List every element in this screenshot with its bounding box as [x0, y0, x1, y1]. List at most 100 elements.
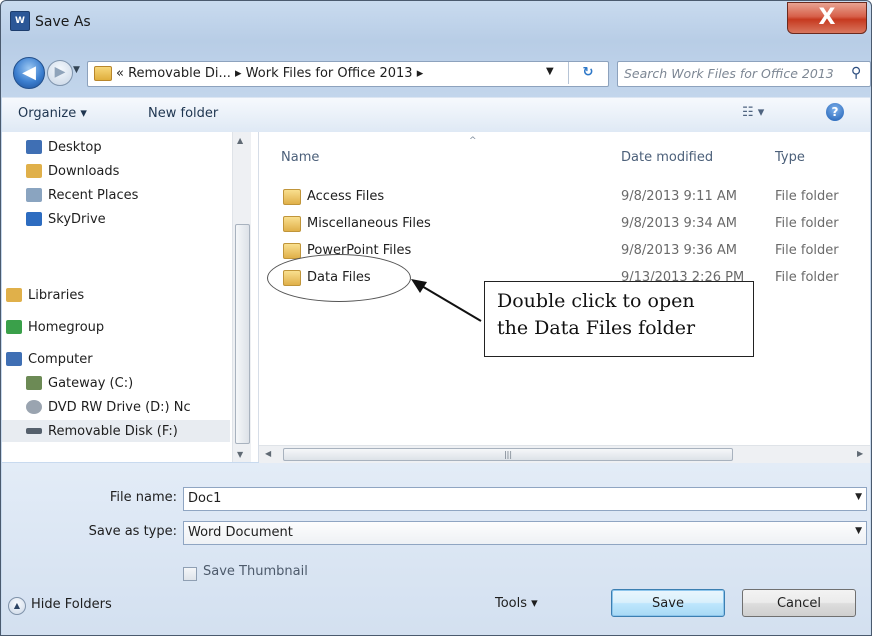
chevron-down-icon[interactable]: ▼ — [855, 526, 862, 536]
folder-icon — [283, 216, 301, 232]
file-row-miscellaneous-files[interactable]: Miscellaneous Files 9/8/2013 9:34 AM Fil… — [281, 213, 871, 235]
folder-icon — [283, 189, 301, 205]
nav-item-gateway-c[interactable]: Gateway (C:) — [26, 372, 133, 394]
nav-item-label: Gateway (C:) — [48, 375, 134, 391]
file-name-value: Doc1 — [188, 491, 222, 506]
title-bar: W Save As X — [1, 1, 871, 45]
chevron-right-icon[interactable]: ▸ — [417, 66, 424, 81]
chevron-right-icon[interactable]: ▸ — [235, 66, 246, 81]
callout-highlight-ellipse — [267, 254, 411, 302]
file-type: File folder — [775, 243, 839, 258]
file-date: 9/8/2013 9:36 AM — [621, 243, 737, 258]
back-button[interactable]: ◀ — [13, 57, 45, 89]
file-type: File folder — [775, 270, 839, 285]
hard-drive-icon — [26, 376, 42, 390]
breadcrumb: « Removable Di... ▸ Work Files for Offic… — [116, 66, 423, 81]
search-input[interactable]: Search Work Files for Office 2013 ⚲ — [617, 61, 871, 87]
forward-button[interactable]: ▶ — [47, 60, 73, 86]
nav-item-label: Homegroup — [28, 319, 105, 335]
column-header-name[interactable]: Name — [281, 150, 319, 165]
callout-line-2: the Data Files folder — [497, 317, 696, 339]
downloads-folder-icon — [26, 164, 42, 178]
column-header-date-modified[interactable]: Date modified — [621, 150, 713, 165]
folder-icon — [94, 66, 112, 81]
column-header-type[interactable]: Type — [775, 150, 805, 165]
hide-folders-button[interactable]: Hide Folders — [31, 597, 112, 612]
removable-disk-icon — [26, 428, 42, 434]
tools-menu-button[interactable]: Tools ▾ — [495, 596, 538, 611]
file-date: 9/8/2013 9:34 AM — [621, 216, 737, 231]
nav-item-label: Desktop — [48, 139, 102, 155]
file-type: File folder — [775, 216, 839, 231]
nav-item-libraries[interactable]: Libraries — [6, 284, 84, 306]
nav-item-label: Removable Disk (F:) — [48, 423, 178, 439]
breadcrumb-overflow[interactable]: « — [116, 66, 124, 81]
file-name: Access Files — [307, 189, 385, 204]
callout-text-box: Double click to open the Data Files fold… — [484, 281, 754, 357]
help-icon[interactable]: ? — [826, 103, 844, 121]
search-placeholder: Search Work Files for Office 2013 — [624, 66, 834, 81]
nav-item-removable-disk[interactable]: Removable Disk (F:) — [2, 420, 230, 442]
homegroup-icon — [6, 320, 22, 334]
folder-icon — [283, 243, 301, 259]
nav-item-label: Downloads — [48, 163, 120, 179]
views-button[interactable]: ☷ ▾ — [742, 105, 764, 120]
navigation-scrollbar[interactable]: ▲ ▼ — [232, 132, 251, 462]
new-folder-button[interactable]: New folder — [148, 106, 218, 121]
nav-item-homegroup[interactable]: Homegroup — [6, 316, 104, 338]
search-icon[interactable]: ⚲ — [851, 65, 861, 81]
refresh-icon[interactable]: ↻ — [568, 62, 607, 84]
save-as-type-label: Save as type: — [88, 524, 177, 539]
nav-item-downloads[interactable]: Downloads — [26, 160, 119, 182]
computer-icon — [6, 352, 22, 366]
save-as-type-select[interactable]: Word Document ▼ — [183, 521, 867, 545]
scroll-up-icon[interactable]: ▲ — [237, 136, 243, 145]
file-type: File folder — [775, 189, 839, 204]
breadcrumb-item-removable[interactable]: Removable Di... — [128, 66, 231, 81]
nav-item-computer[interactable]: Computer — [6, 348, 93, 370]
callout-arrow — [411, 279, 482, 322]
scrollbar-thumb[interactable]: ||| — [283, 448, 733, 461]
scroll-left-icon[interactable]: ◀ — [265, 449, 271, 458]
breadcrumb-item-work-files[interactable]: Work Files for Office 2013 — [246, 66, 413, 81]
chevron-down-icon[interactable]: ▼ — [855, 492, 862, 502]
word-app-icon: W — [10, 11, 30, 31]
nav-item-skydrive[interactable]: SkyDrive — [26, 208, 106, 230]
nav-item-label: Computer — [28, 351, 93, 367]
save-as-dialog: W Save As X ◀ ▶ ▼ « Removable Di... ▸ Wo… — [0, 0, 872, 636]
cancel-button[interactable]: Cancel — [742, 589, 856, 617]
nav-item-dvd-drive[interactable]: DVD RW Drive (D:) Nc — [26, 396, 191, 418]
navigation-pane: Desktop Downloads Recent Places SkyDrive… — [2, 132, 259, 462]
desktop-icon — [26, 140, 42, 154]
recent-places-icon — [26, 188, 42, 202]
save-thumbnail-checkbox[interactable] — [183, 567, 197, 581]
scroll-down-icon[interactable]: ▼ — [237, 450, 243, 459]
callout-line-1: Double click to open — [497, 290, 695, 312]
libraries-icon — [6, 288, 22, 302]
nav-item-recent-places[interactable]: Recent Places — [26, 184, 138, 206]
collapse-icon[interactable]: ▲ — [8, 597, 26, 615]
close-button[interactable]: X — [787, 2, 867, 34]
back-arrow-icon: ◀ — [22, 62, 36, 83]
save-as-type-value: Word Document — [188, 525, 293, 540]
command-bar: Organize ▾ New folder ☷ ▾ ? — [2, 97, 870, 133]
save-thumbnail-label[interactable]: Save Thumbnail — [203, 564, 308, 579]
nav-item-label: SkyDrive — [48, 211, 106, 227]
file-row-access-files[interactable]: Access Files 9/8/2013 9:11 AM File folde… — [281, 186, 871, 208]
organize-button[interactable]: Organize ▾ — [18, 106, 87, 121]
nav-item-desktop[interactable]: Desktop — [26, 136, 102, 158]
address-bar[interactable]: « Removable Di... ▸ Work Files for Offic… — [87, 61, 609, 87]
nav-item-label: DVD RW Drive (D:) Nc — [48, 399, 191, 415]
save-button[interactable]: Save — [611, 589, 725, 617]
nav-item-label: Recent Places — [48, 187, 139, 203]
forward-arrow-icon: ▶ — [54, 64, 66, 80]
horizontal-scrollbar[interactable]: ◀ ||| ▶ — [259, 445, 870, 463]
address-dropdown-icon[interactable]: ▼ — [546, 66, 554, 77]
recent-locations-dropdown[interactable]: ▼ — [73, 65, 80, 75]
scroll-right-icon[interactable]: ▶ — [857, 449, 863, 458]
scrollbar-thumb[interactable] — [235, 224, 250, 444]
file-name-field[interactable]: Doc1 ▼ — [183, 487, 867, 511]
nav-item-label: Libraries — [28, 287, 85, 303]
skydrive-icon — [26, 212, 42, 226]
file-date: 9/8/2013 9:11 AM — [621, 189, 737, 204]
